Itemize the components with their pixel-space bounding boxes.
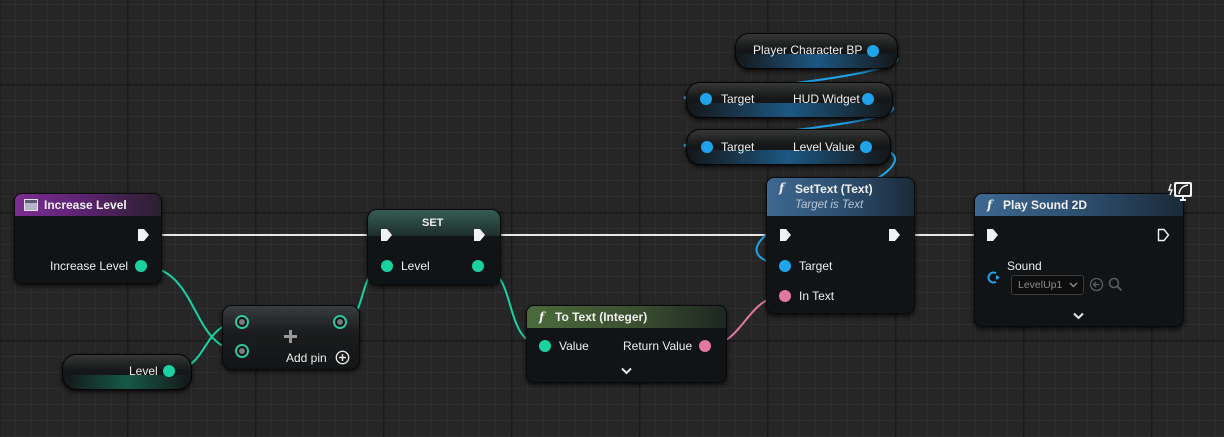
player-character-bp-label: Player Character BP	[753, 43, 863, 57]
add-pin-icon[interactable]	[335, 350, 350, 365]
clock-icon	[1168, 182, 1192, 201]
set-text-subtitle: Target is Text	[795, 199, 864, 211]
event-icon	[24, 199, 38, 211]
plus-icon	[284, 330, 297, 343]
use-selected-asset-icon[interactable]	[1089, 277, 1104, 292]
set-exec-in-pin[interactable]	[380, 228, 393, 242]
set-text-title: SetText (Text)	[795, 182, 873, 196]
play-sound-exec-in-pin[interactable]	[986, 228, 999, 242]
increase-level-exec-out-pin[interactable]	[137, 228, 150, 242]
play-sound-sound-label: Sound	[1007, 259, 1042, 273]
increase-level-pin-label: Increase Level	[50, 259, 129, 273]
to-text-value-input-pin[interactable]	[539, 340, 551, 352]
to-text-header: f To Text (Integer)	[527, 306, 726, 328]
set-text-target-label: Target	[799, 259, 833, 273]
chevron-down-icon[interactable]	[621, 367, 632, 375]
hud-widget-target-pin[interactable]	[700, 93, 712, 105]
to-text-return-output-pin[interactable]	[699, 340, 711, 352]
play-sound-function-icon: f	[987, 198, 993, 212]
dropdown-chevron-icon	[1069, 282, 1078, 288]
player-character-bp-output-pin[interactable]	[867, 45, 879, 57]
set-text-in-text-label: In Text	[799, 289, 835, 303]
increase-level-title: Increase Level	[44, 198, 127, 212]
set-level-label: Level	[401, 259, 430, 273]
add-input-b-pin[interactable]	[235, 344, 249, 358]
level-value-target-label: Target	[721, 140, 755, 154]
level-getter-output-pin[interactable]	[163, 365, 175, 377]
increase-level-output-pin[interactable]	[135, 260, 147, 272]
set-text-in-text-pin[interactable]	[779, 290, 791, 302]
set-level-input-pin[interactable]	[381, 260, 393, 272]
level-value-output-pin[interactable]	[860, 141, 872, 153]
hud-widget-output-label: HUD Widget	[793, 92, 860, 106]
hud-widget-target-label: Target	[721, 92, 755, 106]
play-sound-exec-out-pin[interactable]	[1157, 228, 1170, 242]
play-sound-header: f Play Sound 2D	[975, 194, 1183, 216]
set-title: SET	[422, 217, 444, 229]
set-text-exec-out-pin[interactable]	[888, 228, 901, 242]
set-text-header: f SetText (Text) Target is Text	[767, 178, 914, 216]
set-text-target-pin[interactable]	[779, 260, 791, 272]
level-value-target-pin[interactable]	[701, 141, 713, 153]
hud-widget-output-pin[interactable]	[862, 93, 874, 105]
browse-asset-search-icon[interactable]	[1108, 277, 1123, 292]
add-pin-label[interactable]: Add pin	[286, 351, 327, 365]
level-value-output-label: Level Value	[793, 140, 855, 154]
sound-asset-value: LevelUp1	[1018, 279, 1063, 291]
to-text-return-label: Return Value	[623, 339, 693, 353]
increase-level-header: Increase Level	[15, 194, 161, 216]
expand-chevron-icon[interactable]	[1073, 312, 1084, 320]
level-getter-label: Level	[129, 364, 158, 378]
to-text-value-label: Value	[559, 339, 589, 353]
play-sound-sound-pin[interactable]	[986, 271, 1001, 284]
add-output-pin[interactable]	[333, 315, 347, 329]
add-input-a-pin[interactable]	[235, 315, 249, 329]
sound-asset-dropdown[interactable]: LevelUp1	[1011, 275, 1084, 295]
play-sound-2d-node[interactable]: f Play Sound 2D	[974, 193, 1184, 327]
set-text-function-icon: f	[779, 181, 785, 195]
set-text-exec-in-pin[interactable]	[779, 228, 792, 242]
set-exec-out-pin[interactable]	[473, 228, 486, 242]
set-level-output-pin[interactable]	[472, 260, 484, 272]
to-text-function-icon: f	[539, 310, 545, 324]
play-sound-title: Play Sound 2D	[1003, 198, 1088, 212]
to-text-title: To Text (Integer)	[555, 310, 648, 324]
